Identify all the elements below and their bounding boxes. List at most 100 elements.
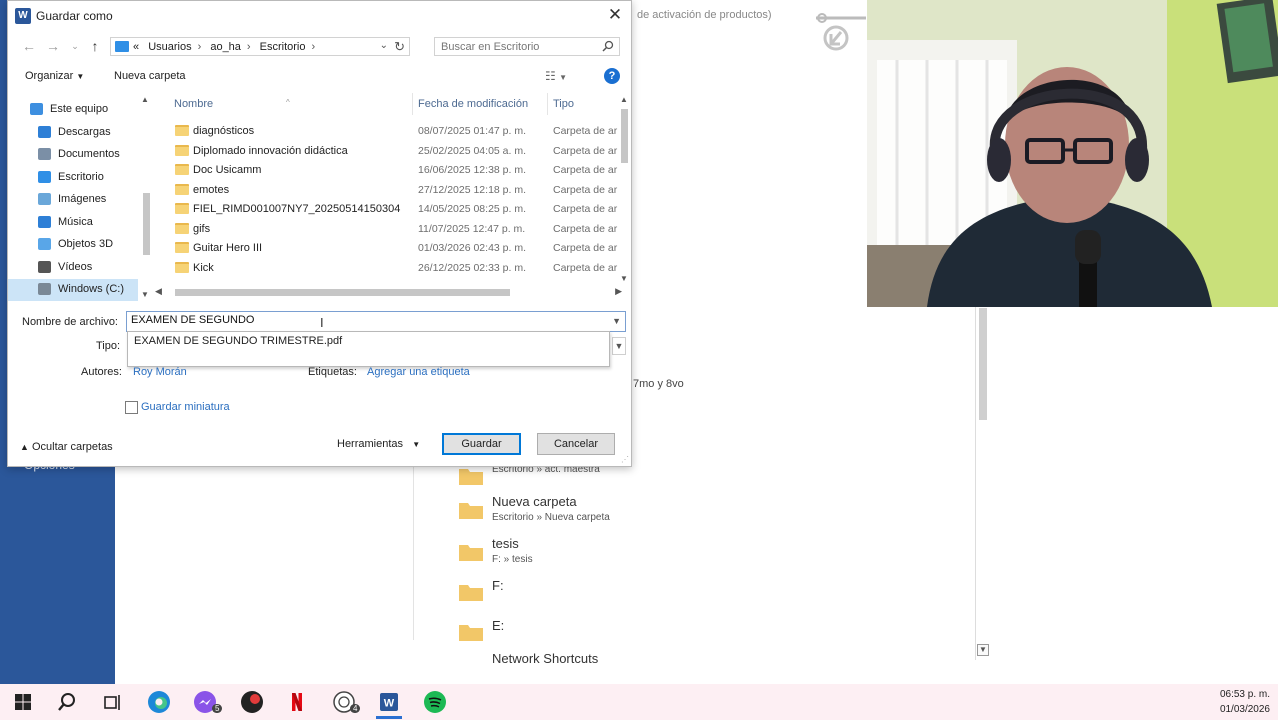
tags-link[interactable]: Agregar una etiqueta — [367, 366, 470, 378]
backstage-scrollbar[interactable]: ▼ — [975, 300, 989, 660]
nav-item-downloads[interactable]: Descargas — [8, 122, 138, 144]
file-row[interactable]: Doc Usicamm 16/06/2025 12:38 p. m. Carpe… — [153, 160, 618, 180]
recent-folder-item[interactable]: Nueva carpeta Escritorio » Nueva carpeta — [458, 494, 718, 534]
refresh-icon[interactable]: ↻ — [394, 39, 405, 55]
file-row[interactable]: diagnósticos 08/07/2025 01:47 p. m. Carp… — [153, 121, 618, 141]
recent-folder-item[interactable]: Network Shortcuts — [458, 650, 718, 664]
nav-item-music[interactable]: Música — [8, 212, 138, 234]
scroll-up-arrow[interactable]: ▲ — [141, 95, 149, 104]
scroll-right-arrow[interactable]: ▶ — [615, 286, 622, 297]
dialog-titlebar[interactable]: W Guardar como ✕ — [8, 1, 631, 31]
breadcrumb-overflow[interactable]: « — [133, 41, 139, 53]
file-row[interactable]: gifs 11/07/2025 12:47 p. m. Carpeta de a… — [153, 219, 618, 239]
file-row[interactable]: emotes 27/12/2025 12:18 p. m. Carpeta de… — [153, 180, 618, 200]
address-dropdown-icon[interactable]: ⌄ — [380, 40, 388, 51]
authors-value[interactable]: Roy Morán — [133, 366, 187, 378]
filename-input[interactable] — [131, 314, 601, 326]
nav-pane-scrollbar[interactable]: ▲ ▼ — [139, 93, 153, 301]
word-icon[interactable]: W — [377, 690, 401, 714]
column-header-type[interactable]: Tipo — [553, 98, 574, 110]
save-thumbnail-label[interactable]: Guardar miniatura — [141, 401, 230, 413]
documents-icon — [38, 148, 51, 160]
up-arrow-icon[interactable]: ↑ — [86, 37, 104, 55]
breadcrumb: « Usuarios › ao_ha › Escritorio › — [133, 41, 321, 53]
file-list-hscrollbar[interactable]: ◀ ▶ — [153, 284, 622, 300]
windows-start-icon[interactable] — [11, 690, 35, 714]
save-thumbnail-checkbox[interactable] — [125, 401, 138, 414]
cancel-button[interactable]: Cancelar — [537, 433, 615, 455]
close-button[interactable]: ✕ — [603, 4, 627, 28]
edge-icon[interactable] — [147, 690, 171, 714]
back-arrow-icon[interactable]: ← — [20, 37, 38, 55]
nav-item-this-pc[interactable]: Este equipo — [8, 99, 138, 121]
nav-item-windows-c[interactable]: Windows (C:) — [8, 279, 138, 301]
view-options-icon[interactable]: ☷ ▼ — [545, 69, 567, 83]
folder-icon — [459, 585, 483, 601]
chevron-right-icon[interactable]: › — [198, 41, 202, 53]
messenger-badge: 5 — [212, 704, 223, 713]
folder-icon — [175, 242, 189, 253]
recent-locations-icon[interactable]: ⌄ — [66, 37, 84, 55]
task-view-icon[interactable] — [100, 690, 124, 714]
tools-menu-button[interactable]: Herramientas ▼ — [337, 438, 420, 450]
resize-grip-icon[interactable]: ⋰ — [621, 455, 629, 464]
new-folder-button[interactable]: Nueva carpeta — [114, 70, 186, 82]
column-header-modified[interactable]: Fecha de modificación — [418, 98, 528, 110]
pin-icon[interactable] — [814, 8, 870, 52]
file-row[interactable]: Kick 26/12/2025 02:33 p. m. Carpeta de a… — [153, 258, 618, 278]
scroll-down-arrow[interactable]: ▼ — [977, 644, 989, 656]
scroll-down-arrow[interactable]: ▼ — [141, 290, 149, 299]
active-app-indicator — [376, 716, 402, 719]
organize-menu-button[interactable]: Organizar ▼ — [25, 70, 84, 82]
file-list-scrollbar[interactable]: ▲ ▼ — [617, 93, 631, 283]
spotify-icon[interactable] — [423, 690, 447, 714]
tags-label: Etiquetas: — [308, 366, 357, 378]
folder-icon — [459, 469, 483, 485]
file-row[interactable]: Guitar Hero III 01/03/2026 02:43 p. m. C… — [153, 238, 618, 258]
file-row[interactable]: Diplomado innovación didáctica 25/02/202… — [153, 141, 618, 161]
folder-icon — [175, 223, 189, 234]
whatsapp-badge: 4 — [350, 704, 361, 713]
search-box[interactable]: Buscar en Escritorio — [434, 37, 620, 56]
breadcrumb-item[interactable]: ao_ha — [210, 41, 241, 53]
search-icon[interactable] — [55, 690, 79, 714]
autocomplete-item[interactable]: EXAMEN DE SEGUNDO TRIMESTRE.pdf — [134, 335, 342, 347]
system-clock[interactable]: 06:53 p. m. 01/03/2026 — [1220, 687, 1270, 717]
scrollbar-thumb[interactable] — [979, 308, 987, 420]
recorder-app-icon[interactable] — [240, 690, 264, 714]
recent-folder-item[interactable]: tesis F: » tesis — [458, 536, 718, 576]
computer-icon — [115, 41, 129, 52]
chevron-right-icon[interactable]: › — [247, 41, 251, 53]
column-header-name[interactable]: Nombre — [174, 98, 213, 110]
chevron-down-icon[interactable]: ▼ — [612, 316, 621, 326]
scroll-left-arrow[interactable]: ◀ — [155, 286, 162, 297]
scroll-down-arrow[interactable]: ▼ — [620, 274, 628, 283]
nav-item-desktop[interactable]: Escritorio — [8, 167, 138, 189]
file-row[interactable]: FIEL_RIMD001007NY7_20250514150304 14/05/… — [153, 199, 618, 219]
type-dropdown-arrow[interactable]: ▼ — [612, 337, 626, 355]
nav-item-3d-objects[interactable]: Objetos 3D — [8, 234, 138, 256]
column-divider[interactable] — [412, 93, 413, 115]
nav-item-videos[interactable]: Vídeos — [8, 257, 138, 279]
text-cursor-icon: I — [320, 315, 324, 330]
save-button[interactable]: Guardar — [442, 433, 521, 455]
hide-folders-button[interactable]: ▲ Ocultar carpetas — [20, 441, 113, 453]
forward-arrow-icon[interactable]: → — [44, 37, 62, 55]
column-divider[interactable] — [547, 93, 548, 115]
drive-icon — [38, 283, 51, 295]
breadcrumb-item[interactable]: Usuarios — [148, 41, 191, 53]
nav-item-documents[interactable]: Documentos — [8, 144, 138, 166]
recent-folder-item[interactable]: F: — [458, 576, 718, 616]
scrollbar-thumb[interactable] — [143, 193, 150, 255]
scrollbar-thumb[interactable] — [621, 109, 628, 163]
chevron-right-icon[interactable]: › — [312, 41, 316, 53]
scroll-up-arrow[interactable]: ▲ — [620, 95, 628, 104]
clock-time: 06:53 p. m. — [1219, 689, 1270, 700]
help-icon[interactable]: ? — [604, 68, 620, 84]
address-bar[interactable]: « Usuarios › ao_ha › Escritorio › ⌄ ↻ — [110, 37, 410, 56]
filename-field[interactable]: ▼ — [126, 311, 626, 332]
breadcrumb-item[interactable]: Escritorio — [260, 41, 306, 53]
nav-item-pictures[interactable]: Imágenes — [8, 189, 138, 211]
netflix-icon[interactable] — [285, 690, 309, 714]
scrollbar-thumb[interactable] — [175, 289, 510, 296]
